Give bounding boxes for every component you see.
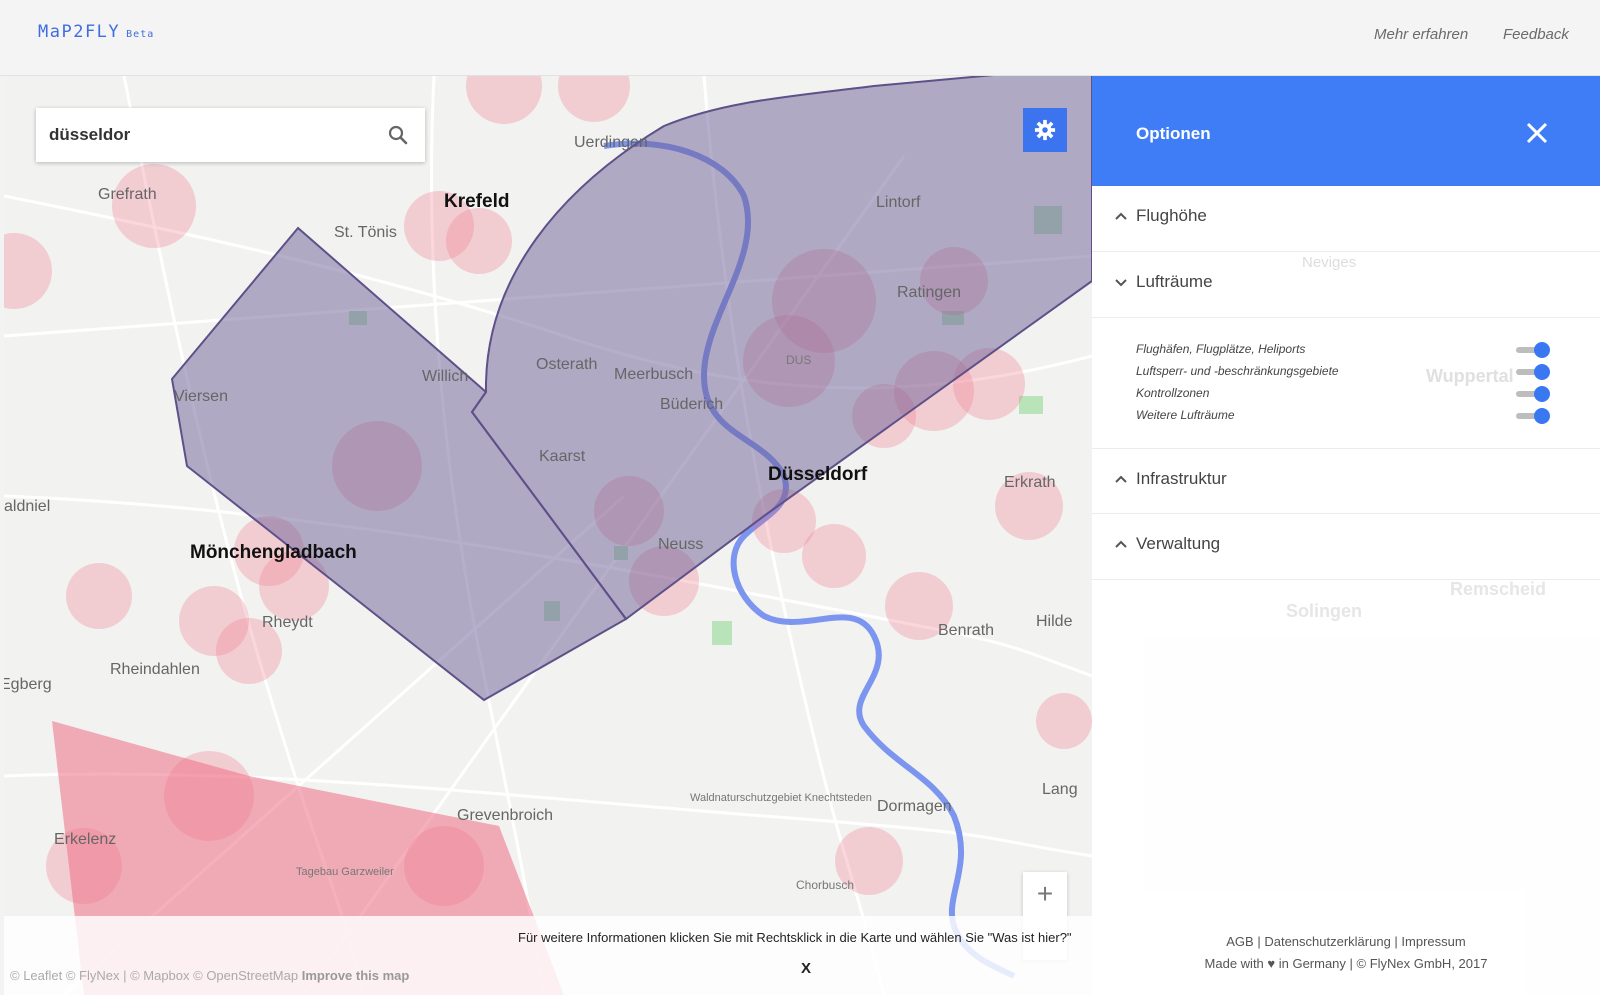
map-layer: [4, 76, 1092, 995]
map-place-label: Meerbusch: [614, 366, 694, 383]
app-root: MaP2FLY Beta Mehr erfahren Feedback Uerd…: [0, 0, 1600, 995]
footer-links: AGB | Datenschutzerklärung | Impressum: [1226, 934, 1466, 949]
map-place-label: Viersen: [174, 388, 228, 405]
map-place-label: Hilde: [1036, 613, 1073, 630]
map-place-label: St. Tönis: [334, 224, 397, 241]
chevron-down-icon: [1115, 279, 1127, 287]
section-flughoehe[interactable]: Flughöhe: [1092, 186, 1600, 252]
section-label: Flughöhe: [1136, 206, 1207, 225]
section-label: Infrastruktur: [1136, 469, 1227, 488]
map-place-label: Erkelenz: [54, 831, 117, 848]
footer-copyright: Made with ♥ in Germany | © FlyNex GmbH, …: [1204, 956, 1488, 971]
section-verwaltung[interactable]: Verwaltung: [1092, 514, 1600, 580]
map-place-label: Wuppertal: [1426, 366, 1514, 386]
map-place-label: Kaarst: [539, 448, 586, 465]
options-panel: Optionen Flughöhe Lufträume Flughäfen, F…: [1092, 76, 1600, 995]
feedback-link[interactable]: Feedback: [1503, 26, 1569, 43]
map-place-label: Neviges: [1302, 254, 1357, 271]
section-label: Lufträume: [1136, 272, 1213, 291]
chevron-up-icon: [1115, 212, 1127, 220]
map-place-label: Egberg: [4, 676, 52, 693]
gear-icon: [1034, 119, 1056, 141]
map-place-label: Osterath: [536, 356, 598, 373]
airspace-toggle-list: Flughäfen, Flugplätze, Heliports Luftspe…: [1092, 340, 1600, 460]
zoom-in-button[interactable]: +: [1023, 872, 1067, 916]
toggle-row: Weitere Lufträume: [1136, 406, 1566, 428]
airports-toggle[interactable]: [1516, 342, 1550, 360]
improve-map-link[interactable]: Improve this map: [302, 968, 410, 983]
toggle-row: Flughäfen, Flugplätze, Heliports: [1136, 340, 1566, 362]
map-place-label: Ratingen: [897, 284, 962, 301]
map-place-label: Lang: [1042, 781, 1078, 798]
airport-code-label: DUS: [786, 353, 812, 367]
map-place-label: Rheindahlen: [110, 661, 200, 678]
learn-more-link[interactable]: Mehr erfahren: [1374, 26, 1468, 43]
restricted-areas-toggle[interactable]: [1516, 364, 1550, 382]
map-place-label: Grevenbroich: [457, 807, 554, 824]
map-place-label: aldniel: [4, 498, 51, 515]
map-place-label: Büderich: [660, 396, 724, 413]
map-place-label: Uerdingen: [574, 134, 648, 151]
toggle-label: Flughäfen, Flugplätze, Heliports: [1136, 342, 1306, 356]
agb-link[interactable]: AGB: [1226, 934, 1253, 949]
panel-title: Optionen: [1136, 124, 1211, 143]
section-infrastruktur[interactable]: Infrastruktur: [1092, 448, 1600, 514]
map-city-label: Krefeld: [444, 191, 510, 212]
logo-text: MaP2FLY: [38, 22, 121, 42]
options-panel-header: Optionen: [1092, 76, 1600, 186]
logo[interactable]: MaP2FLY Beta: [38, 22, 154, 42]
map-place-label: Erkrath: [1004, 474, 1056, 491]
close-icon[interactable]: [1524, 120, 1550, 146]
forest-label: Waldnaturschutzgebiet Knechtsteden: [690, 792, 872, 804]
mine-label: Tagebau Garzweiler: [296, 866, 394, 878]
map-place-label: Grefrath: [98, 186, 157, 203]
map-place-label: Chorbusch: [796, 878, 855, 892]
map-canvas[interactable]: Uerdingen Grefrath Krefeld St. Tönis Lin…: [4, 76, 1092, 995]
map-place-label: Neuss: [658, 536, 704, 553]
map-city-label: Mönchengladbach: [190, 542, 357, 563]
section-label: Verwaltung: [1136, 534, 1221, 553]
privacy-link[interactable]: Datenschutzerklärung: [1264, 934, 1390, 949]
map-place-label: Benrath: [938, 622, 995, 639]
info-close-button[interactable]: X: [801, 960, 811, 977]
settings-button[interactable]: [1023, 108, 1067, 152]
search-icon[interactable]: [386, 123, 410, 147]
toggle-label: Weitere Lufträume: [1136, 408, 1235, 422]
chevron-up-icon: [1115, 540, 1127, 548]
toggle-label: Luftsperr- und -beschränkungsgebiete: [1136, 364, 1339, 378]
search-input[interactable]: [36, 108, 376, 162]
toggle-row: Kontrollzonen: [1136, 384, 1566, 406]
map-place-label: Dormagen: [877, 798, 952, 815]
top-header: MaP2FLY Beta Mehr erfahren Feedback: [0, 0, 1600, 76]
map-place-label: Rheydt: [262, 614, 313, 631]
map-place-label: Willich: [422, 368, 469, 385]
map-place-label: Solingen: [1286, 601, 1362, 621]
chevron-up-icon: [1115, 475, 1127, 483]
info-text: Für weitere Informationen klicken Sie mi…: [518, 930, 1072, 945]
toggle-label: Kontrollzonen: [1136, 386, 1210, 400]
logo-badge: Beta: [126, 29, 155, 40]
map-attribution: © Leaflet © FlyNex | © Mapbox © OpenStre…: [10, 968, 409, 983]
imprint-link[interactable]: Impressum: [1401, 934, 1465, 949]
attribution-text[interactable]: © Leaflet © FlyNex | © Mapbox © OpenStre…: [10, 968, 298, 983]
info-bar: Für weitere Informationen klicken Sie mi…: [4, 916, 1092, 995]
control-zones-toggle[interactable]: [1516, 386, 1550, 404]
map-city-label: Düsseldorf: [768, 464, 868, 485]
other-airspaces-toggle[interactable]: [1516, 408, 1550, 426]
search-box: [36, 108, 425, 162]
map-place-label: Remscheid: [1450, 579, 1547, 599]
map-place-label: Lintorf: [876, 194, 921, 211]
